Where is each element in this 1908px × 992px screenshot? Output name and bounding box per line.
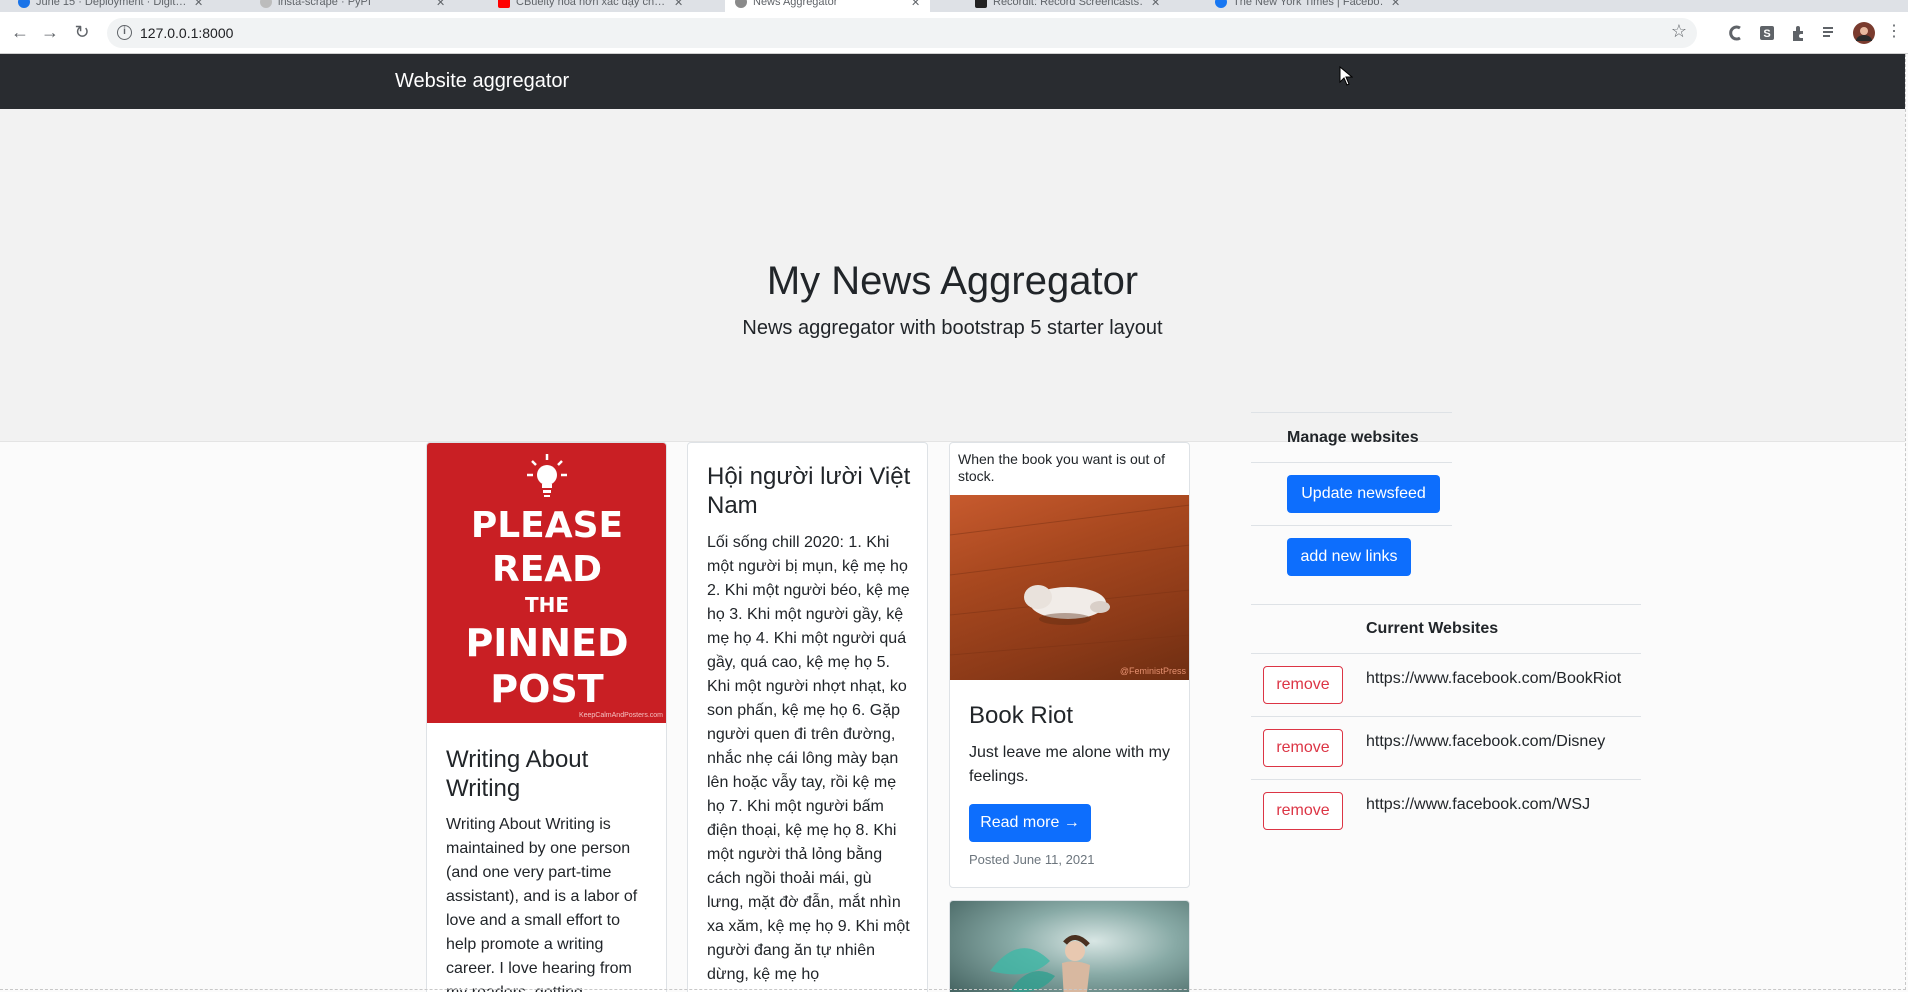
tab-title: News Aggregator [753, 0, 838, 8]
reload-icon[interactable]: ↻ [70, 20, 94, 44]
star-icon[interactable]: ☆ [1671, 21, 1687, 42]
tab-title: CBueity hóa hơn xác dạy ch… [516, 0, 666, 8]
svg-text:S: S [1763, 28, 1770, 40]
browser-tab-2[interactable]: insta-scrape · PyPI ✕ [260, 0, 445, 12]
info-icon[interactable]: i [117, 25, 132, 40]
reading-list-icon[interactable] [1821, 24, 1839, 42]
browser-tab-strip: June 15 · Deployment · Digit… ✕ insta-sc… [0, 0, 1908, 12]
browser-tab-6[interactable]: The New York Times | Facebo… ✕ [1215, 0, 1400, 12]
browser-tab-active[interactable]: News Aggregator ✕ [725, 0, 931, 12]
tab-close-icon[interactable]: ✕ [674, 0, 683, 9]
back-arrow-icon[interactable]: ← [8, 20, 32, 44]
extension-c-icon[interactable] [1727, 24, 1745, 42]
tab-close-icon[interactable]: ✕ [1151, 0, 1160, 9]
tab-close-icon[interactable]: ✕ [194, 0, 203, 9]
extension-icon[interactable] [1790, 24, 1808, 42]
mouse-cursor-icon [1339, 66, 1353, 86]
address-url[interactable]: 127.0.0.1:8000 [140, 25, 233, 41]
tab-favicon-icon [1215, 0, 1227, 8]
forward-arrow-icon[interactable]: → [38, 20, 62, 44]
tab-title: June 15 · Deployment · Digit… [36, 0, 186, 8]
recording-frame [0, 54, 1906, 990]
extension-s-icon[interactable]: S [1758, 24, 1776, 42]
tab-favicon-icon [498, 0, 510, 8]
address-bar[interactable]: i 127.0.0.1:8000 ☆ [107, 18, 1697, 48]
tab-favicon-icon [735, 0, 747, 8]
profile-avatar-icon[interactable] [1853, 22, 1875, 44]
tab-close-icon[interactable]: ✕ [1391, 0, 1400, 9]
browser-tab-5[interactable]: Recordit: Record Screencasts… ✕ [975, 0, 1160, 12]
browser-tab-1[interactable]: June 15 · Deployment · Digit… ✕ [18, 0, 203, 12]
tab-title: Recordit: Record Screencasts… [993, 0, 1143, 8]
tab-favicon-icon [260, 0, 272, 8]
tab-title: The New York Times | Facebo… [1233, 0, 1383, 8]
tab-favicon-icon [975, 0, 987, 8]
tab-title: insta-scrape · PyPI [278, 0, 371, 8]
tab-close-icon[interactable]: ✕ [436, 0, 445, 9]
browser-toolbar: ← → ↻ i 127.0.0.1:8000 ☆ S ⋮ [0, 12, 1908, 54]
browser-tab-3[interactable]: CBueity hóa hơn xác dạy ch… ✕ [498, 0, 683, 12]
tab-close-icon[interactable]: ✕ [911, 0, 920, 9]
tab-favicon-icon [18, 0, 30, 8]
menu-icon[interactable]: ⋮ [1882, 20, 1906, 44]
